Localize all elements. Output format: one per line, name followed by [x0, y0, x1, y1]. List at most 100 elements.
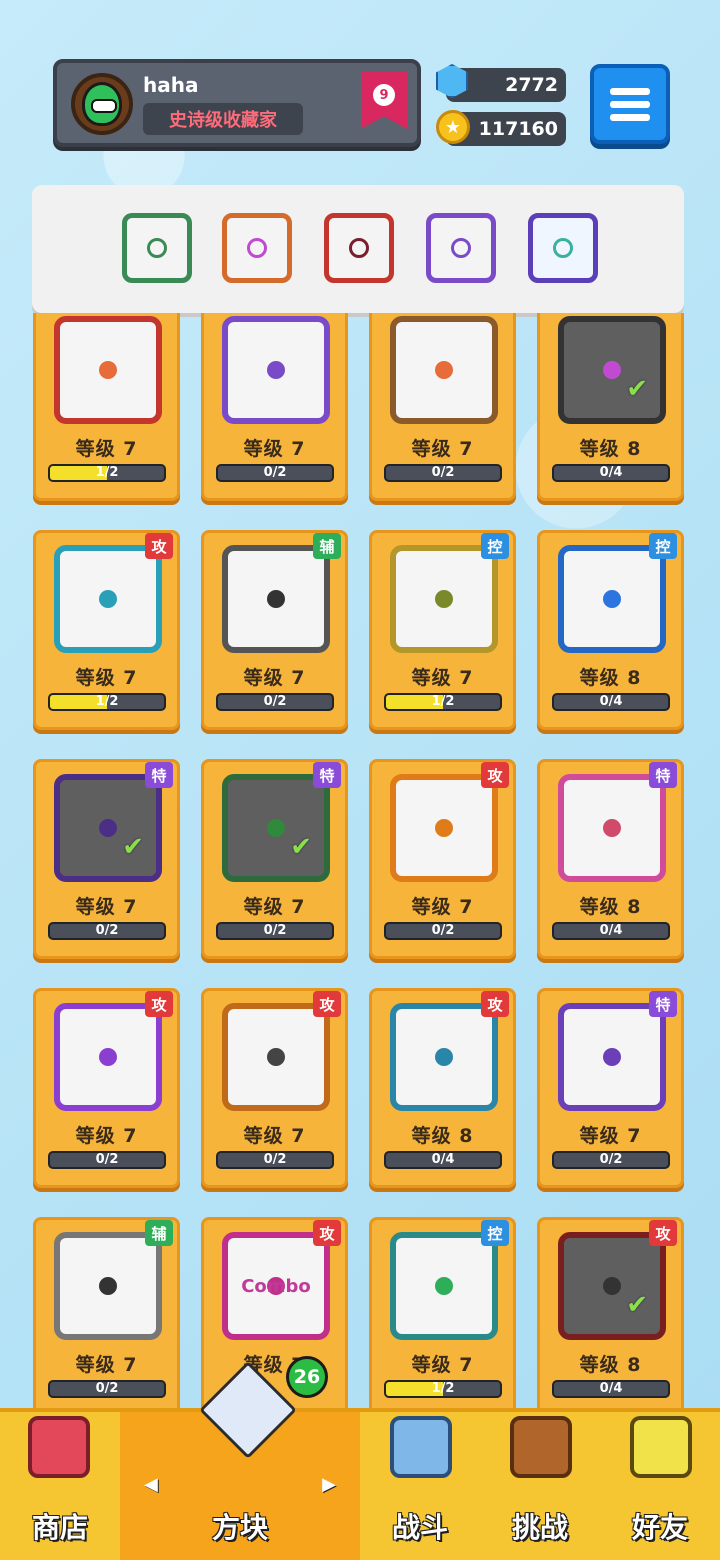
block-card[interactable]: 攻等级 8 0/4 — [369, 988, 516, 1188]
progress-text: 0/2 — [95, 1381, 119, 1396]
pentagram-icon — [147, 238, 167, 258]
nav-shop-label: 商店 — [31, 1511, 88, 1544]
block-upgrade-progress: 0/4 — [552, 922, 670, 940]
block-type-tag: 攻 — [145, 991, 173, 1017]
nav-friends[interactable]: 好友 — [600, 1412, 720, 1560]
equipped-slot-infinity-icon[interactable] — [222, 213, 292, 283]
equipped-slot-pentagram-icon[interactable] — [122, 213, 192, 283]
block-upgrade-progress: 0/4 — [552, 464, 670, 482]
block-card[interactable]: ✔ 特等级 7 0/2 — [201, 759, 348, 959]
blocks-count-badge: 26 — [286, 1356, 328, 1398]
block-type-tag: 控 — [481, 533, 509, 559]
player-profile-panel[interactable]: haha 史诗级收藏家 9 — [53, 59, 421, 147]
progress-text: 0/2 — [599, 1152, 623, 1167]
block-card[interactable]: ✔ 等级 8 0/4 — [537, 313, 684, 501]
block-art — [54, 316, 162, 424]
block-level: 等级 7 — [411, 667, 474, 689]
progress-text: 0/2 — [263, 465, 287, 480]
block-level: 等级 7 — [75, 1125, 138, 1147]
block-core-icon — [603, 819, 621, 837]
block-art — [558, 1003, 666, 1111]
equipped-slot-eye-icon[interactable] — [426, 213, 496, 283]
block-card[interactable]: 辅等级 7 0/2 — [201, 530, 348, 730]
block-level: 等级 8 — [579, 896, 642, 918]
block-core-icon — [267, 590, 285, 608]
block-card[interactable]: 等级 7 0/2 — [369, 313, 516, 501]
progress-text: 0/4 — [431, 1152, 455, 1167]
block-type-tag: 攻 — [313, 1220, 341, 1246]
block-level: 等级 7 — [243, 438, 306, 460]
block-art — [54, 545, 162, 653]
infinity-icon — [247, 238, 267, 258]
progress-text: 0/4 — [599, 923, 623, 938]
block-card[interactable]: ✔ 攻等级 8 0/4 — [537, 1217, 684, 1413]
block-art — [390, 1232, 498, 1340]
coin-icon: ★ — [436, 110, 470, 144]
nav-challenge[interactable]: 挑战 — [480, 1412, 600, 1560]
block-card[interactable]: 控等级 7 1/2 — [369, 530, 516, 730]
block-type-tag: 特 — [313, 762, 341, 788]
menu-button[interactable] — [590, 64, 670, 144]
block-type-tag: 控 — [649, 533, 677, 559]
rank-ribbon-icon[interactable]: 9 — [361, 71, 407, 129]
challenge-icon — [510, 1416, 572, 1478]
block-core-icon — [267, 361, 285, 379]
rank-number: 9 — [373, 84, 395, 106]
block-core-icon — [435, 361, 453, 379]
block-card[interactable]: 控等级 7 1/2 — [369, 1217, 516, 1413]
block-level: 等级 7 — [243, 1125, 306, 1147]
block-type-tag: 控 — [481, 1220, 509, 1246]
block-core-icon — [435, 1048, 453, 1066]
avatar[interactable] — [71, 73, 133, 135]
block-card[interactable]: 攻等级 7 1/2 — [33, 530, 180, 730]
block-art-text: Combo — [241, 1275, 311, 1297]
block-card[interactable]: 辅等级 7 0/2 — [33, 1217, 180, 1413]
nav-right-arrow-icon[interactable]: ▶ — [322, 1474, 336, 1495]
player-title-badge: 史诗级收藏家 — [143, 103, 303, 135]
block-card[interactable]: 特等级 7 0/2 — [537, 988, 684, 1188]
hands-icon — [553, 238, 573, 258]
progress-text: 1/2 — [431, 1381, 455, 1396]
block-core-icon — [99, 819, 117, 837]
username: haha — [143, 73, 199, 97]
block-upgrade-progress: 1/2 — [384, 1380, 502, 1398]
block-card[interactable]: 特等级 8 0/4 — [537, 759, 684, 959]
block-card[interactable]: 攻等级 7 0/2 — [201, 988, 348, 1188]
block-upgrade-progress: 0/2 — [216, 693, 334, 711]
block-level: 等级 7 — [75, 667, 138, 689]
nav-battle[interactable]: 战斗 — [360, 1412, 480, 1560]
block-art: Combo — [222, 1232, 330, 1340]
block-level: 等级 7 — [579, 1125, 642, 1147]
progress-text: 0/4 — [599, 694, 623, 709]
nav-challenge-label: 挑战 — [511, 1511, 568, 1544]
progress-text: 0/4 — [599, 1381, 623, 1396]
block-card[interactable]: ✔ 特等级 7 0/2 — [33, 759, 180, 959]
nav-friends-label: 好友 — [631, 1511, 688, 1544]
block-core-icon — [99, 1048, 117, 1066]
block-card[interactable]: 等级 7 1/2 — [33, 313, 180, 501]
nav-left-arrow-icon[interactable]: ◀ — [144, 1474, 158, 1495]
block-level: 等级 7 — [243, 667, 306, 689]
block-level: 等级 7 — [411, 438, 474, 460]
block-upgrade-progress: 0/2 — [384, 922, 502, 940]
nav-blocks-label: 方块 — [211, 1511, 268, 1544]
block-level: 等级 8 — [411, 1125, 474, 1147]
block-art — [558, 545, 666, 653]
block-art — [222, 545, 330, 653]
bottom-navigation: 商店 ◀ 方块 ▶ 战斗 挑战 好友 — [0, 1408, 720, 1560]
block-upgrade-progress: 0/4 — [552, 693, 670, 711]
nav-shop[interactable]: 商店 — [0, 1412, 120, 1560]
block-card[interactable]: 等级 7 0/2 — [201, 313, 348, 501]
equipped-check-icon: ✔ — [626, 374, 648, 404]
block-card[interactable]: 攻等级 7 0/2 — [33, 988, 180, 1188]
block-core-icon — [603, 590, 621, 608]
block-level: 等级 7 — [411, 1354, 474, 1376]
block-card[interactable]: 攻等级 7 0/2 — [369, 759, 516, 959]
block-core-icon — [267, 819, 285, 837]
block-upgrade-progress: 0/2 — [48, 1380, 166, 1398]
equipped-slot-saw-blade-icon[interactable] — [324, 213, 394, 283]
menu-icon-bar — [610, 87, 650, 95]
block-card[interactable]: 控等级 8 0/4 — [537, 530, 684, 730]
equipped-slot-hands-icon[interactable] — [528, 213, 598, 283]
equipped-check-icon: ✔ — [290, 832, 312, 862]
